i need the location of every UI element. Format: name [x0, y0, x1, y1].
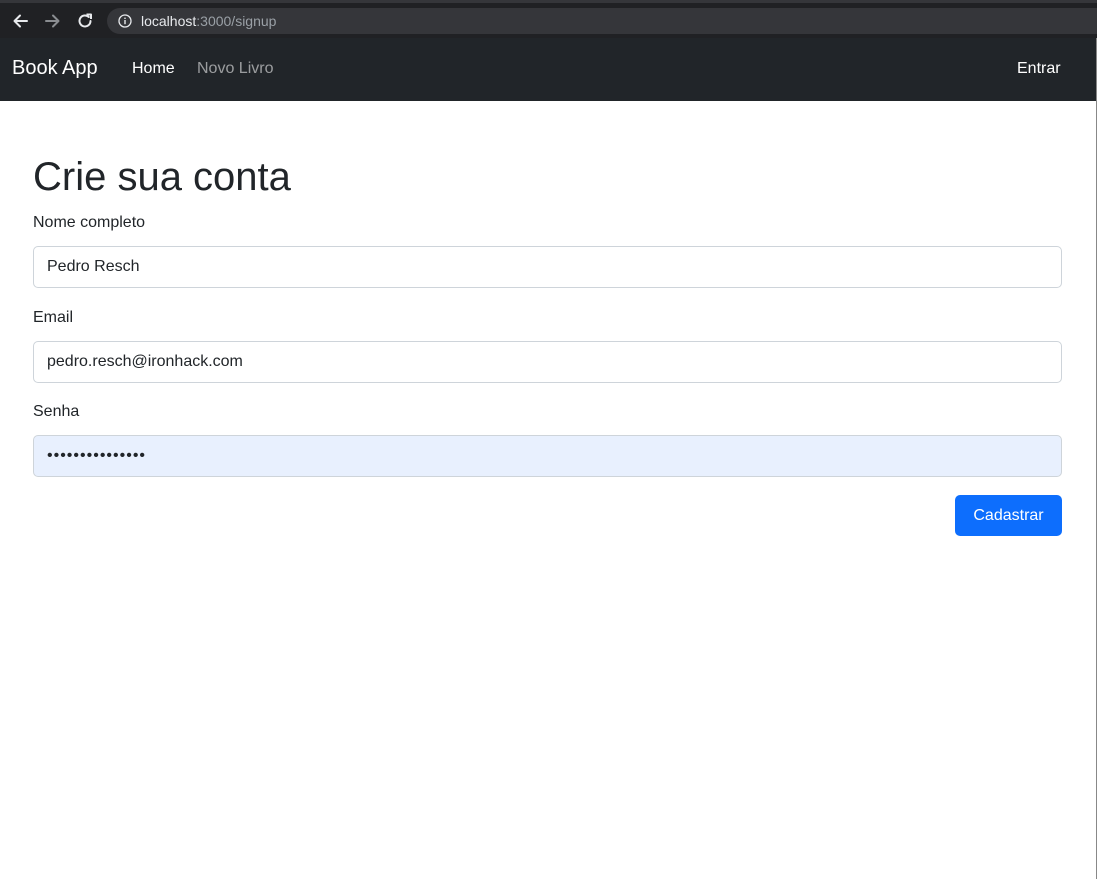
name-input[interactable]	[33, 246, 1062, 288]
browser-toolbar: localhost:3000/signup	[0, 0, 1097, 38]
app-navbar: Book App Home Novo Livro Entrar	[0, 38, 1096, 101]
submit-button[interactable]: Cadastrar	[955, 495, 1062, 536]
page: localhost:3000/signup Book App Home Novo…	[0, 0, 1097, 879]
email-label: Email	[33, 309, 74, 326]
nav-link-novo-livro[interactable]: Novo Livro	[197, 60, 273, 78]
url-text: localhost:3000/signup	[141, 13, 276, 29]
name-label: Nome completo	[33, 214, 146, 231]
nav-link-entrar[interactable]: Entrar	[1017, 60, 1061, 78]
reload-icon[interactable]	[74, 10, 96, 32]
email-input[interactable]	[33, 341, 1062, 383]
url-host: localhost	[141, 13, 197, 29]
info-icon[interactable]	[118, 14, 132, 28]
address-bar[interactable]: localhost:3000/signup	[107, 8, 1097, 34]
url-path: :3000/signup	[196, 13, 277, 29]
forward-icon[interactable]	[42, 10, 64, 32]
page-title: Crie sua conta	[33, 155, 291, 199]
brand-link[interactable]: Book App	[12, 57, 98, 80]
password-label: Senha	[33, 403, 80, 420]
password-input[interactable]	[33, 435, 1062, 477]
back-icon[interactable]	[9, 10, 31, 32]
nav-link-home[interactable]: Home	[132, 60, 175, 78]
